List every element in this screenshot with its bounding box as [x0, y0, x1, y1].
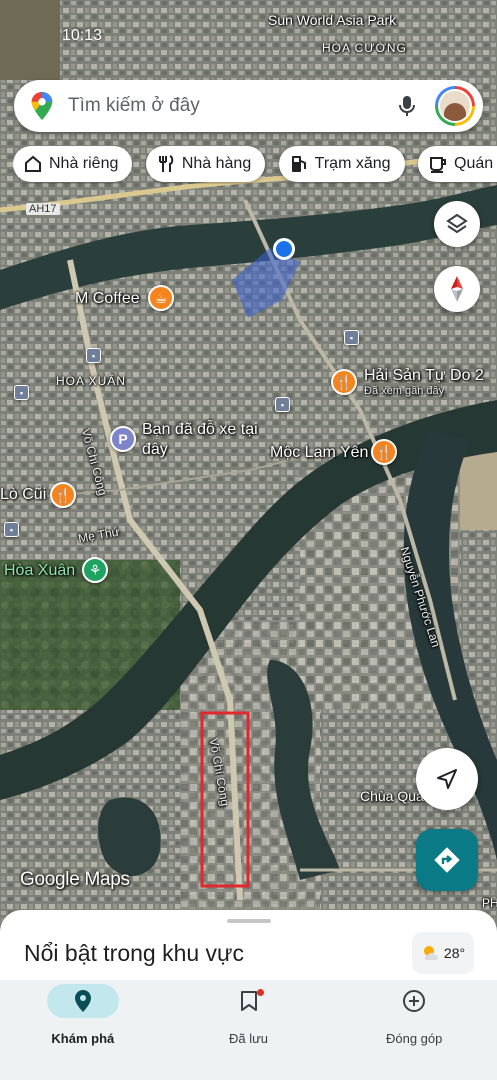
restaurant-pin-icon[interactable]: 🍴	[50, 482, 76, 508]
place-hoa-xuan-park[interactable]: Hòa Xuân	[4, 562, 75, 580]
home-icon	[25, 155, 41, 172]
nav-saved[interactable]: Đã lưu	[166, 980, 332, 1080]
place-hai-san[interactable]: Hải Sản Tự Do 2 Đã xem gần đây	[364, 367, 484, 397]
google-maps-attribution: Google Maps	[20, 869, 130, 891]
chip-coffee-label: Quán cà	[454, 155, 497, 172]
compass-icon	[451, 276, 463, 302]
layers-icon	[446, 213, 468, 234]
category-chips: Nhà riêng Nhà hàng Trạm xăng Quán cà	[13, 146, 497, 184]
chip-coffee[interactable]: Quán cà	[418, 146, 497, 182]
restaurant-pin-icon[interactable]: 🍴	[331, 369, 357, 395]
notification-dot	[256, 989, 264, 996]
search-bar[interactable]: Tìm kiếm ở đây	[14, 80, 483, 132]
bottom-navigation: Khám phá Đã lưu Đóng góp	[0, 980, 497, 1080]
microphone-icon[interactable]	[395, 94, 419, 118]
coffee-icon	[430, 157, 446, 173]
my-location-button[interactable]	[416, 748, 478, 810]
maps-wordmark: Maps	[84, 869, 130, 890]
search-input[interactable]: Tìm kiếm ở đây	[68, 95, 395, 117]
bookmark-icon	[240, 991, 257, 1011]
compass-button[interactable]	[434, 266, 480, 312]
nav-explore-label: Khám phá	[51, 1031, 115, 1046]
restaurant-pin-icon[interactable]: 🍴	[371, 439, 397, 465]
bus-stop-icon[interactable]: ▪	[4, 522, 19, 537]
weather-temperature: 28°	[443, 945, 466, 961]
chip-restaurant[interactable]: Nhà hàng	[145, 146, 266, 182]
account-avatar[interactable]	[435, 86, 475, 126]
place-hoa-xuan-district: HÒA XUÂN	[56, 374, 127, 388]
google-wordmark: Google	[20, 869, 80, 890]
place-hoa-cuong: HÒA CƯỜNG	[322, 41, 407, 55]
bus-stop-icon[interactable]: ▪	[344, 330, 359, 345]
sheet-drag-handle[interactable]	[227, 919, 271, 923]
location-pin-icon	[74, 990, 91, 1012]
parking-pin-icon[interactable]: P	[110, 426, 136, 452]
place-hai-san-note: Đã xem gần đây	[364, 385, 445, 397]
place-moc-lam-yen[interactable]: Mộc Lam Yên	[270, 444, 368, 462]
chip-gas-station[interactable]: Trạm xăng	[278, 146, 405, 182]
sheet-title: Nổi bật trong khu vực	[24, 940, 244, 966]
bottom-sheet[interactable]: Nổi bật trong khu vực 28°	[0, 910, 497, 980]
nav-explore[interactable]: Khám phá	[0, 980, 166, 1080]
gas-station-icon	[291, 156, 306, 172]
place-sun-world[interactable]: Sun World Asia Park	[268, 12, 396, 28]
restaurant-icon	[158, 155, 174, 172]
chip-restaurant-label: Nhà hàng	[181, 155, 252, 172]
bus-stop-icon[interactable]: ▪	[86, 348, 101, 363]
status-time: 10:13	[62, 27, 103, 44]
place-parked[interactable]: Bạn đã đỗ xe tại đây	[142, 420, 272, 460]
coffee-pin-icon[interactable]: ☕	[148, 285, 174, 311]
directions-button[interactable]	[416, 829, 478, 891]
google-maps-logo-icon	[31, 91, 53, 121]
chip-home-label: Nhà riêng	[49, 155, 119, 172]
layers-button[interactable]	[434, 201, 480, 247]
nav-contribute[interactable]: Đóng góp	[331, 980, 497, 1080]
partly-cloudy-icon	[423, 946, 439, 960]
chip-home[interactable]: Nhà riêng	[13, 146, 133, 182]
add-circle-icon	[403, 990, 426, 1012]
place-m-coffee[interactable]: M Coffee	[75, 290, 140, 308]
directions-icon	[434, 847, 460, 873]
place-hai-san-label: Hải Sản Tự Do 2	[364, 367, 484, 384]
nav-contribute-label: Đóng góp	[385, 1031, 443, 1046]
place-ph: PH	[482, 896, 497, 910]
park-pin-icon[interactable]: ⚘	[82, 557, 108, 583]
chip-gas-station-label: Trạm xăng	[314, 155, 391, 172]
bus-stop-icon[interactable]: ▪	[14, 385, 29, 400]
navigation-arrow-icon	[437, 769, 457, 789]
nav-saved-label: Đã lưu	[228, 1031, 269, 1046]
road-shield-ah17: AH17	[26, 203, 60, 215]
place-lo-cui[interactable]: Lò Cũi	[0, 486, 46, 504]
weather-badge[interactable]: 28°	[412, 932, 474, 974]
bus-stop-icon[interactable]: ▪	[275, 397, 290, 412]
